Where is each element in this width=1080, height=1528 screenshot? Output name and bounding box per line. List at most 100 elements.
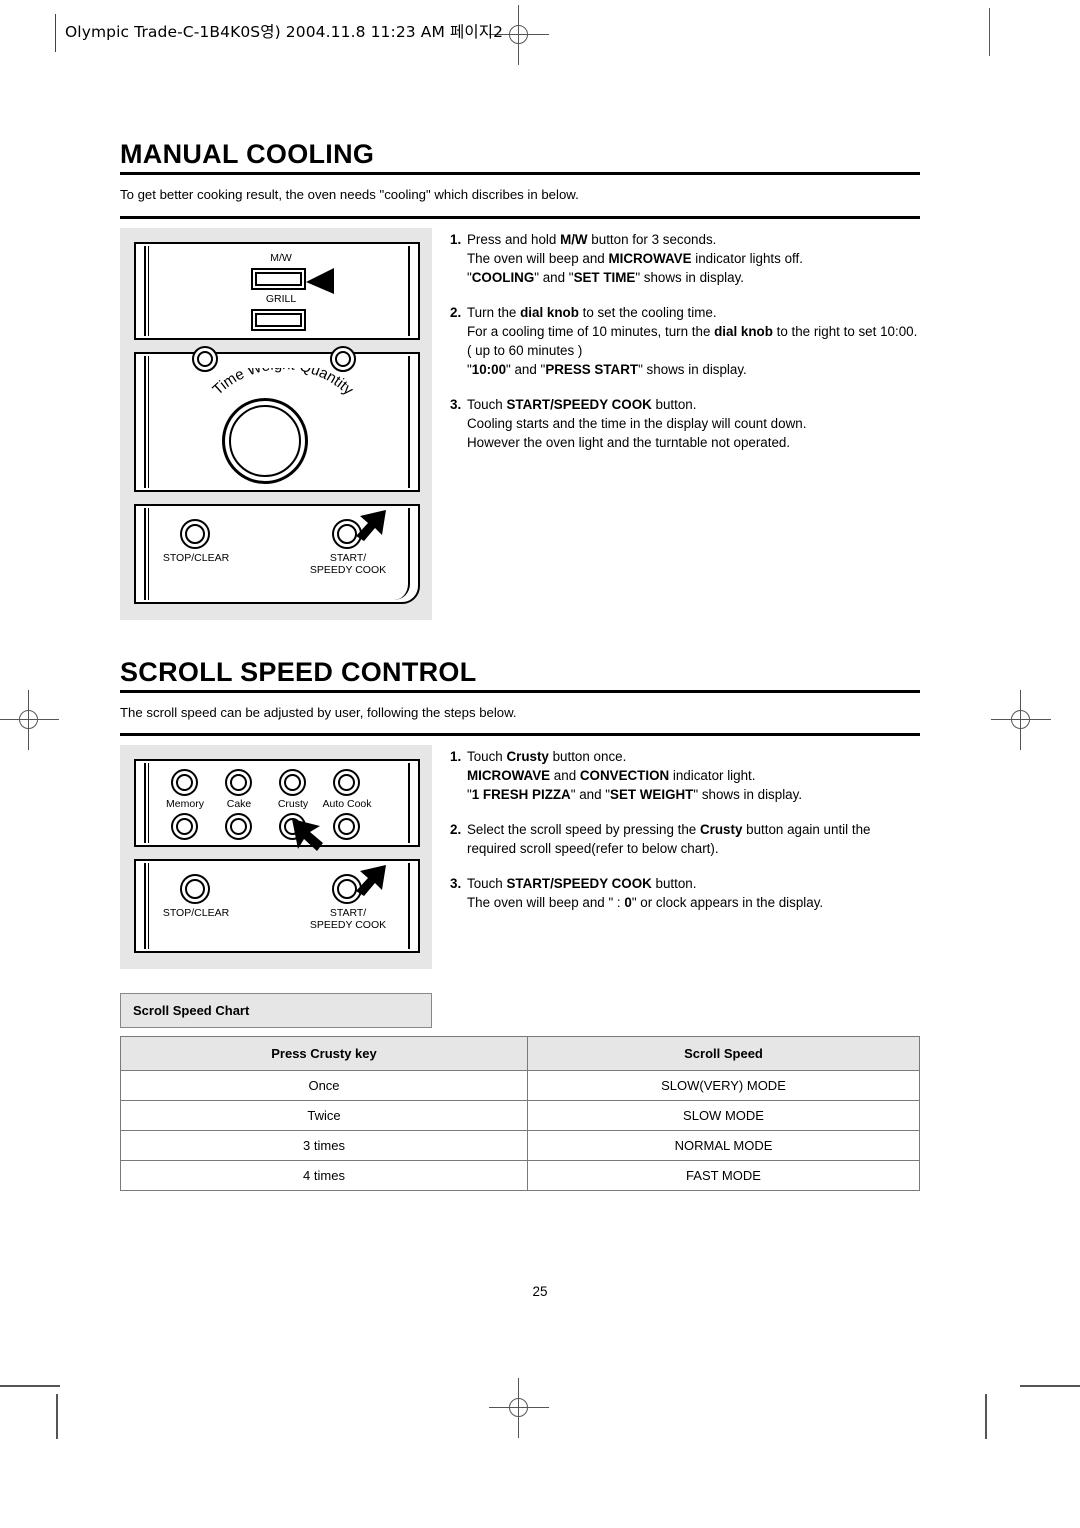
step-item: 3. Touch START/SPEEDY COOK button. Coolin… [450, 395, 920, 452]
cell-press-count: 4 times [120, 1160, 528, 1191]
registration-vline [518, 1378, 519, 1438]
memory-button-lower[interactable] [171, 813, 198, 840]
step-text: Turn the dial knob to set the cooling ti… [467, 304, 918, 377]
registration-mark-left [0, 690, 59, 750]
print-slug: Olympic Trade-C-1B4K0S영) 2004.11.8 11:23… [55, 14, 503, 52]
memory-button-upper[interactable] [171, 769, 198, 796]
crop-mark-top-right [989, 8, 990, 56]
step-text: Select the scroll speed by pressing the … [467, 822, 871, 857]
intro-manual-cooling: To get better cooking result, the oven n… [120, 187, 579, 203]
registration-hline [991, 719, 1051, 720]
start-label-line1: START/ [329, 907, 367, 919]
stop-clear-button[interactable] [180, 874, 210, 904]
step-number: 3. [450, 396, 462, 412]
crop-mark-bottom-left-v [56, 1394, 58, 1439]
registration-circle [509, 1398, 528, 1417]
step-item: 2. Turn the dial knob to set the cooling… [450, 303, 920, 379]
table-header-row: Press Crusty key Scroll Speed [120, 1036, 920, 1071]
auto-cook-button-lower[interactable] [333, 813, 360, 840]
step-number: 3. [450, 876, 462, 892]
stop-clear-label: STOP/CLEAR [162, 551, 230, 564]
registration-hline [489, 1407, 549, 1408]
cell-press-count: Once [120, 1070, 528, 1101]
auto-cook-button-upper[interactable] [333, 769, 360, 796]
step-text: Touch START/SPEEDY COOK button. Cooling s… [467, 396, 807, 450]
slug-text: Olympic Trade-C-1B4K0S영) 2004.11.8 11:23… [65, 23, 504, 41]
cell-scroll-speed: FAST MODE [527, 1160, 920, 1191]
table-row: Twice SLOW MODE [120, 1100, 920, 1131]
hand-cursor-arrow-icon [356, 509, 386, 541]
steps-manual-cooling: 1. Press and hold M/W button for 3 secon… [432, 228, 920, 452]
panel-mw-grill: M/W GRILL [134, 241, 420, 340]
registration-hline [0, 719, 59, 720]
panel-face: Time Weight Quantity [150, 345, 404, 488]
cell-press-count: Twice [120, 1100, 528, 1131]
step-text: Touch Crusty button once. MICROWAVE and C… [467, 749, 803, 803]
panel-face: STOP/CLEAR START/ SPEEDY COOK [150, 508, 404, 600]
step-text: Press and hold M/W button for 3 seconds.… [467, 231, 803, 285]
stop-clear-button[interactable] [180, 518, 210, 549]
start-label-line2: SPEEDY COOK [309, 919, 387, 932]
hand-cursor-arrow-icon [306, 267, 334, 294]
crusty-button-upper[interactable] [279, 769, 306, 796]
registration-vline [28, 690, 29, 750]
hand-cursor-arrow-icon [292, 819, 323, 851]
cake-button-upper[interactable] [225, 769, 252, 796]
panel-face: M/W GRILL [150, 246, 404, 336]
start-label-line2: SPEEDY COOK [309, 563, 387, 576]
crusty-label: Crusty [277, 798, 309, 810]
step-number: 2. [450, 822, 462, 838]
crop-mark-bottom-right-v [985, 1394, 987, 1439]
table-row: 4 times FAST MODE [120, 1160, 920, 1191]
table-header-scroll-speed: Scroll Speed [527, 1036, 920, 1071]
control-panel-illustration-2: Memory Cake Crusty Auto Cook STOP/CLEAR … [120, 745, 432, 969]
registration-circle [509, 25, 528, 44]
scroll-speed-block: Memory Cake Crusty Auto Cook STOP/CLEAR … [120, 745, 920, 969]
steps-scroll-speed: 1. Touch Crusty button once. MICROWAVE an… [432, 745, 920, 912]
auto-cook-label: Auto Cook [322, 798, 372, 810]
table-header-press-crusty-key: Press Crusty key [120, 1036, 528, 1071]
crop-mark-bottom-right-h [1020, 1385, 1080, 1387]
registration-mark-bottom [489, 1378, 549, 1438]
intro-rule [120, 215, 920, 219]
mw-label: M/W [270, 251, 292, 264]
step-item: 2. Select the scroll speed by pressing t… [450, 820, 920, 858]
stop-clear-label: STOP/CLEAR [162, 907, 230, 919]
step-item: 3. Touch START/SPEEDY COOK button. The ov… [450, 874, 920, 912]
start-speedy-cook-label: START/ SPEEDY COOK [300, 552, 396, 576]
cake-label: Cake [226, 798, 252, 810]
step-item: 1. Touch Crusty button once. MICROWAVE an… [450, 747, 920, 804]
panel-stop-start-2: STOP/CLEAR START/ SPEEDY COOK [134, 859, 420, 953]
table-row: Once SLOW(VERY) MODE [120, 1070, 920, 1101]
panel-face: STOP/CLEAR START/ SPEEDY COOK [150, 863, 404, 949]
panel-cook-pads: Memory Cake Crusty Auto Cook [134, 759, 420, 851]
grill-button[interactable] [251, 308, 306, 331]
panel-face: Memory Cake Crusty Auto Cook [150, 763, 404, 851]
page-title-manual-cooling: MANUAL COOLING [120, 139, 375, 169]
cell-scroll-speed: SLOW MODE [527, 1100, 920, 1131]
step-number: 2. [450, 304, 462, 320]
cell-scroll-speed: NORMAL MODE [527, 1130, 920, 1161]
registration-circle [1011, 710, 1030, 729]
manual-cooling-block: M/W GRILL Time W uantity STOP/CLEAR STAR… [120, 227, 920, 620]
page-title-scroll-speed-control: SCROLL SPEED CONTROL [120, 656, 477, 687]
svg-text:Time Weight Quantity: Time Weight Quantity [209, 368, 356, 399]
panel-dial-knob: Time Weight Quantity [134, 345, 420, 492]
registration-mark-right [991, 690, 1051, 750]
cell-scroll-speed: SLOW(VERY) MODE [527, 1070, 920, 1101]
cake-button-lower[interactable] [225, 813, 252, 840]
start-label-line1: START/ [329, 551, 367, 564]
dial-knob[interactable] [222, 397, 308, 484]
registration-vline [1020, 690, 1021, 750]
crop-mark-bottom-left-h [0, 1385, 60, 1387]
start-speedy-cook-label: START/ SPEEDY COOK [300, 907, 396, 931]
table-body: Once SLOW(VERY) MODE Twice SLOW MODE 3 t… [120, 1070, 920, 1191]
table-row: 3 times NORMAL MODE [120, 1130, 920, 1161]
cell-press-count: 3 times [120, 1130, 528, 1161]
control-panel-illustration-1: M/W GRILL Time W uantity STOP/CLEAR STAR… [120, 227, 432, 620]
step-item: 1. Press and hold M/W button for 3 secon… [450, 230, 920, 287]
scroll-speed-table: Press Crusty key Scroll Speed Once SLOW(… [120, 1036, 920, 1191]
document-content: MANUAL COOLING To get better cooking res… [120, 140, 920, 1191]
intro-scroll-speed: The scroll speed can be adjusted by user… [120, 704, 517, 720]
step-number: 1. [450, 749, 462, 764]
